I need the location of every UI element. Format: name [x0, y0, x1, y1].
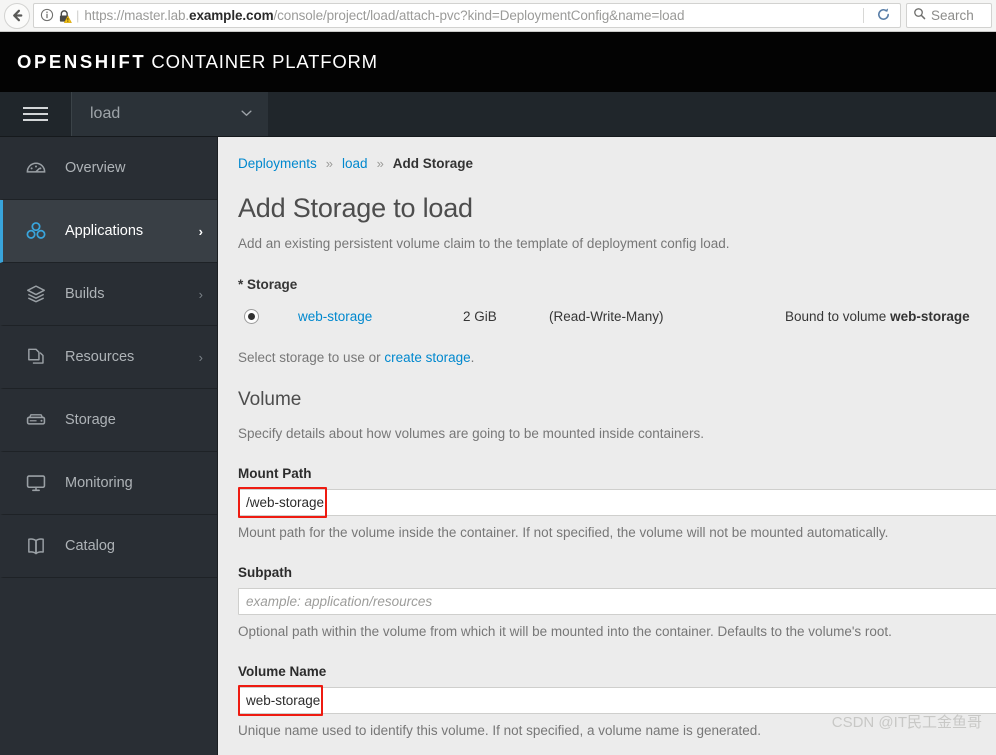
subpath-help: Optional path within the volume from whi… [238, 624, 892, 639]
storage-icon [25, 409, 51, 431]
volume-section-description: Specify details about how volumes are go… [238, 426, 705, 441]
mount-path-field-wrap [238, 487, 996, 518]
project-selector[interactable]: load [72, 92, 268, 136]
sidebar-item-storage[interactable]: Storage [0, 389, 217, 452]
storage-bound-volume: web-storage [890, 309, 970, 324]
url-text: https://master.lab.example.com/console/p… [84, 8, 856, 23]
page-subtitle: Add an existing persistent volume claim … [238, 236, 730, 251]
watermark: CSDN @IT民工金鱼哥 [831, 714, 982, 731]
catalog-icon [25, 535, 51, 557]
sidebar-item-label: Overview [65, 160, 126, 176]
create-storage-link[interactable]: create storage [384, 350, 470, 365]
applications-icon [25, 220, 51, 242]
sidebar-item-label: Resources [65, 349, 135, 365]
sidebar-item-builds[interactable]: Builds › [0, 263, 217, 326]
breadcrumb-current: Add Storage [392, 156, 474, 171]
search-icon [913, 7, 926, 25]
volume-name-field-wrap [238, 685, 996, 716]
storage-radio[interactable] [244, 309, 259, 324]
storage-help-suffix: . [470, 350, 475, 365]
openshift-logo[interactable]: OPENSHIFT CONTAINER PLATFORM [17, 51, 378, 73]
storage-bound-prefix: Bound to volume [785, 309, 891, 324]
project-bar: load [0, 92, 996, 137]
url-status-icons [38, 8, 75, 24]
storage-bound-status: Bound to volume web-storage [785, 309, 996, 324]
sidebar-item-monitoring[interactable]: Monitoring [0, 452, 217, 515]
mount-path-label: Mount Path [238, 466, 312, 481]
sidebar-item-arrow: › [198, 286, 203, 302]
subpath-input[interactable] [238, 588, 996, 615]
storage-access-mode: (Read-Write-Many) [549, 309, 664, 324]
browser-toolbar: | https://master.lab.example.com/console… [0, 0, 996, 32]
urlbar-actions [856, 7, 896, 24]
sidebar-item-label: Builds [65, 286, 105, 302]
breadcrumb: Deployments » load » Add Storage [238, 156, 996, 171]
url-host: example.com [189, 8, 274, 23]
builds-icon [25, 283, 51, 305]
sidebar-item-label: Catalog [65, 538, 115, 554]
search-placeholder: Search [931, 8, 974, 23]
mount-path-help: Mount path for the volume inside the con… [238, 525, 889, 540]
primary-sidebar: Overview Applications › Builds › Resourc… [0, 137, 218, 755]
browser-search-box[interactable]: Search [906, 3, 992, 28]
sidebar-item-resources[interactable]: Resources › [0, 326, 217, 389]
logo-brand-bold: OPENSHIFT [17, 51, 147, 72]
sidebar-item-overview[interactable]: Overview [0, 137, 217, 200]
mount-path-input[interactable] [238, 489, 996, 516]
sidebar-item-label: Monitoring [65, 475, 133, 491]
volume-section-title: Volume [238, 389, 302, 410]
volume-name-input[interactable] [238, 687, 996, 714]
main-content: Deployments » load » Add Storage Add Sto… [218, 137, 996, 755]
breadcrumb-separator: » [376, 156, 384, 171]
sidebar-item-catalog[interactable]: Catalog [0, 515, 217, 578]
subpath-field-wrap [238, 588, 996, 615]
project-name-label: load [90, 105, 121, 122]
url-bar[interactable]: | https://master.lab.example.com/console… [33, 3, 901, 28]
masthead: OPENSHIFT CONTAINER PLATFORM [0, 32, 996, 92]
storage-help-text: Select storage to use or create storage. [238, 350, 996, 365]
resources-icon [25, 346, 51, 368]
breadcrumb-link-load[interactable]: load [342, 156, 368, 171]
storage-claim-link[interactable]: web-storage [298, 309, 463, 324]
project-bar-spacer [268, 92, 996, 136]
breadcrumb-separator: » [325, 156, 334, 171]
url-path: /console/project/load/attach-pvc?kind=De… [273, 8, 685, 23]
url-scheme: https://master.lab. [84, 8, 190, 23]
monitoring-icon [25, 472, 51, 494]
site-info-icon[interactable] [40, 8, 54, 24]
storage-section-label: * Storage [238, 277, 298, 292]
storage-option-row[interactable]: web-storage 2 GiB (Read-Write-Many) Boun… [238, 309, 996, 324]
storage-help-prefix: Select storage to use or [238, 350, 385, 365]
subpath-label: Subpath [238, 565, 292, 580]
page-title: Add Storage to load [238, 193, 473, 223]
url-separator: | [76, 8, 80, 23]
volume-name-label: Volume Name [238, 664, 327, 679]
page-body: Overview Applications › Builds › Resourc… [0, 137, 996, 755]
dashboard-icon [25, 157, 51, 179]
hamburger-menu-icon[interactable] [0, 92, 72, 136]
sidebar-item-arrow: › [198, 223, 203, 239]
sidebar-item-arrow: › [198, 349, 203, 365]
chevron-down-icon [241, 109, 252, 120]
reload-icon[interactable] [871, 7, 896, 24]
sidebar-item-label: Storage [65, 412, 116, 428]
back-arrow-icon[interactable] [4, 2, 30, 29]
lock-warning-icon[interactable] [57, 9, 72, 23]
urlbar-divider [863, 8, 864, 23]
sidebar-item-applications[interactable]: Applications › [0, 200, 217, 263]
sidebar-item-label: Applications [65, 223, 144, 239]
storage-radio-dot [248, 313, 255, 320]
breadcrumb-link-deployments[interactable]: Deployments [238, 156, 317, 171]
logo-brand-light: CONTAINER PLATFORM [151, 51, 378, 72]
storage-size: 2 GiB [463, 309, 497, 324]
